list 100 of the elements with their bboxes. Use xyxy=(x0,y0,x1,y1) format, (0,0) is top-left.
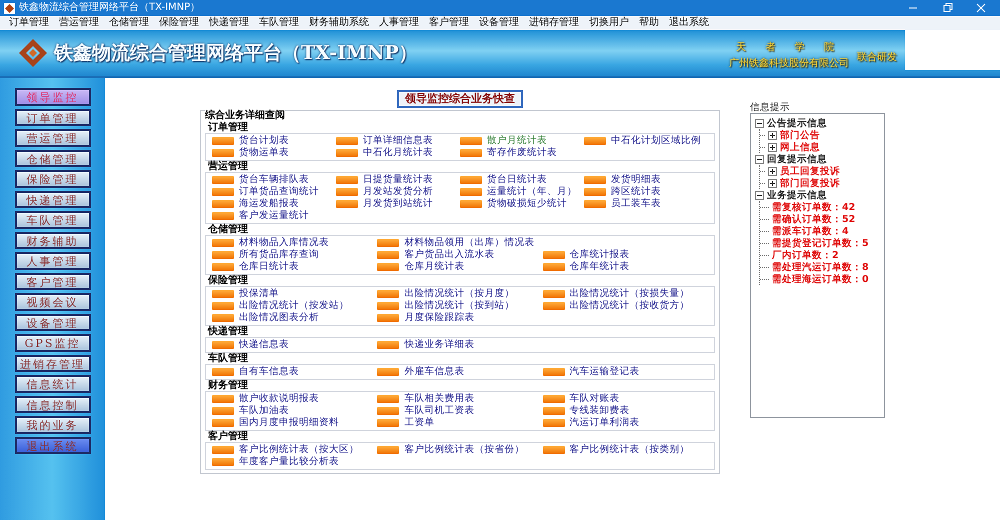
report-link[interactable]: 材料物品领用（出库）情况表 xyxy=(377,237,534,249)
tree-item[interactable]: 需提货登记订单数：5 xyxy=(772,236,869,250)
tree-item[interactable]: 需复核订单数：42 xyxy=(772,200,856,214)
report-link[interactable]: 自有车信息表 xyxy=(212,366,299,378)
sidebar-button[interactable]: 信息统计 xyxy=(14,375,90,392)
menu-item[interactable]: 保险管理 xyxy=(154,16,204,30)
report-link[interactable]: 海运发船报表 xyxy=(212,198,299,210)
report-link[interactable]: 货物运单表 xyxy=(212,147,289,159)
tree-group[interactable]: 业务提示信息 xyxy=(767,188,827,202)
report-link[interactable]: 出险情况统计（按月度） xyxy=(377,288,514,300)
report-link[interactable]: 员工装车表 xyxy=(584,198,661,210)
report-link[interactable]: 月度保险跟踪表 xyxy=(377,312,474,324)
report-link[interactable]: 专线装卸费表 xyxy=(542,405,630,417)
report-link[interactable]: 出险情况图表分析 xyxy=(212,312,319,324)
report-link[interactable]: 客户发运量统计 xyxy=(212,210,309,222)
report-link[interactable]: 客户比例统计表（按大区） xyxy=(212,444,359,456)
tree-item[interactable]: 厂内订单数：2 xyxy=(772,248,839,262)
sidebar-button[interactable]: 我的业务 xyxy=(14,416,90,434)
report-link[interactable]: 投保清单 xyxy=(212,288,279,300)
report-link[interactable]: 出险情况统计（按损失量） xyxy=(542,288,690,300)
sidebar-button[interactable]: 仓储管理 xyxy=(14,150,90,167)
collapse-icon[interactable] xyxy=(755,154,764,164)
sidebar-button[interactable]: 进销存管理 xyxy=(14,354,90,372)
report-link[interactable]: 外雇车信息表 xyxy=(377,366,464,378)
menu-item[interactable]: 仓储管理 xyxy=(104,16,154,30)
collapse-icon[interactable] xyxy=(755,190,764,200)
tree-group[interactable]: 回复提示信息 xyxy=(767,152,827,166)
report-link[interactable]: 仓库日统计表 xyxy=(212,261,299,273)
sidebar-button[interactable]: 保险管理 xyxy=(14,170,90,188)
report-link[interactable]: 国内月度申报明细资料 xyxy=(212,417,339,429)
menu-item[interactable]: 人事管理 xyxy=(374,16,424,30)
sidebar-button[interactable]: 营运管理 xyxy=(14,129,90,146)
expand-icon[interactable] xyxy=(768,166,777,176)
menu-item[interactable]: 财务辅助系统 xyxy=(304,16,374,30)
report-link[interactable]: 货物破损短少统计 xyxy=(460,198,567,210)
report-link[interactable]: 中石化计划区域比例 xyxy=(584,135,701,147)
sidebar-button[interactable]: 财务辅助 xyxy=(14,232,90,249)
expand-icon[interactable] xyxy=(768,142,777,152)
report-link[interactable]: 快递信息表 xyxy=(212,339,289,351)
report-link[interactable]: 快递业务详细表 xyxy=(377,339,474,351)
report-link[interactable]: 所有货品库存查询 xyxy=(212,249,319,261)
report-link[interactable]: 出险情况统计（按收货方） xyxy=(542,300,690,312)
report-link[interactable]: 汽车运输登记表 xyxy=(542,366,640,378)
report-link[interactable]: 运量统计（年、月） xyxy=(460,186,577,198)
report-link[interactable]: 仓库统计报表 xyxy=(542,249,630,261)
collapse-icon[interactable] xyxy=(755,118,764,128)
tree-item[interactable]: 部门公告 xyxy=(780,128,820,142)
sidebar-button[interactable]: 信息控制 xyxy=(14,396,90,413)
report-link[interactable]: 仓库年统计表 xyxy=(542,261,630,273)
report-link[interactable]: 年度客户量比较分析表 xyxy=(212,456,339,468)
sidebar-button[interactable]: 订单管理 xyxy=(14,108,90,126)
report-link[interactable]: 材料物品入库情况表 xyxy=(212,237,329,249)
menu-item[interactable]: 帮助 xyxy=(634,16,664,30)
report-link[interactable]: 客户货品出入流水表 xyxy=(377,249,494,261)
report-link[interactable]: 仓库月统计表 xyxy=(377,261,464,273)
report-link[interactable]: 车队司机工资表 xyxy=(377,405,474,417)
report-link[interactable]: 跨区统计表 xyxy=(584,186,661,198)
tree-group[interactable]: 公告提示信息 xyxy=(767,116,827,130)
sidebar-button[interactable]: 客户管理 xyxy=(14,272,90,290)
report-link[interactable]: 日提货量统计表 xyxy=(336,174,433,186)
menu-item[interactable]: 进销存管理 xyxy=(524,16,584,30)
sidebar-button[interactable]: 车队管理 xyxy=(14,211,90,228)
report-link[interactable]: 车队加油表 xyxy=(212,405,289,417)
menu-item[interactable]: 车队管理 xyxy=(254,16,304,30)
report-link[interactable]: 车队相关费用表 xyxy=(377,393,474,405)
report-link[interactable]: 出险情况统计（按发站） xyxy=(212,300,349,312)
sidebar-button[interactable]: GPS监控 xyxy=(14,334,90,352)
sidebar-button[interactable]: 快递管理 xyxy=(14,190,90,208)
report-link[interactable]: 订单详细信息表 xyxy=(336,135,433,147)
report-link[interactable]: 中石化月统计表 xyxy=(336,147,433,159)
tree-item[interactable]: 部门回复投诉 xyxy=(780,176,840,190)
report-link[interactable]: 汽运订单利润表 xyxy=(542,417,640,429)
report-link[interactable]: 散户收款说明报表 xyxy=(212,393,319,405)
report-link[interactable]: 月发站发货分析 xyxy=(336,186,433,198)
sidebar-button[interactable]: 视频会议 xyxy=(14,293,90,310)
menu-item[interactable]: 快递管理 xyxy=(204,16,254,30)
report-link[interactable]: 客户比例统计表（按省份） xyxy=(377,444,524,456)
report-link[interactable]: 月发货到站统计 xyxy=(336,198,433,210)
report-link[interactable]: 货台日统计表 xyxy=(460,174,547,186)
menu-item[interactable]: 退出系统 xyxy=(664,16,714,30)
report-link[interactable]: 货台车辆排队表 xyxy=(212,174,309,186)
report-link[interactable]: 车队对账表 xyxy=(542,393,620,405)
report-link[interactable]: 发货明细表 xyxy=(584,174,661,186)
tree-item[interactable]: 需处理海运订单数：0 xyxy=(772,272,869,286)
report-link[interactable]: 寄存作废统计表 xyxy=(460,147,557,159)
report-link[interactable]: 客户比例统计表（按类别） xyxy=(542,444,690,456)
report-link[interactable]: 订单货品查询统计 xyxy=(212,186,319,198)
menu-item[interactable]: 设备管理 xyxy=(474,16,524,30)
report-link[interactable]: 出险情况统计（按到站） xyxy=(377,300,514,312)
menu-item[interactable]: 营运管理 xyxy=(54,16,104,30)
report-link[interactable]: 工资单 xyxy=(377,417,434,429)
tree-item[interactable]: 需派车订单数：4 xyxy=(772,224,849,238)
tree-item[interactable]: 网上信息 xyxy=(780,140,820,154)
tree-item[interactable]: 需处理汽运订单数：8 xyxy=(772,260,869,274)
sidebar-button[interactable]: 设备管理 xyxy=(14,314,90,331)
report-link[interactable]: 散户月统计表 xyxy=(460,135,547,147)
sidebar-button[interactable]: 人事管理 xyxy=(14,252,90,270)
report-link[interactable]: 货台计划表 xyxy=(212,135,289,147)
menu-item[interactable]: 订单管理 xyxy=(4,16,54,30)
expand-icon[interactable] xyxy=(768,130,777,140)
